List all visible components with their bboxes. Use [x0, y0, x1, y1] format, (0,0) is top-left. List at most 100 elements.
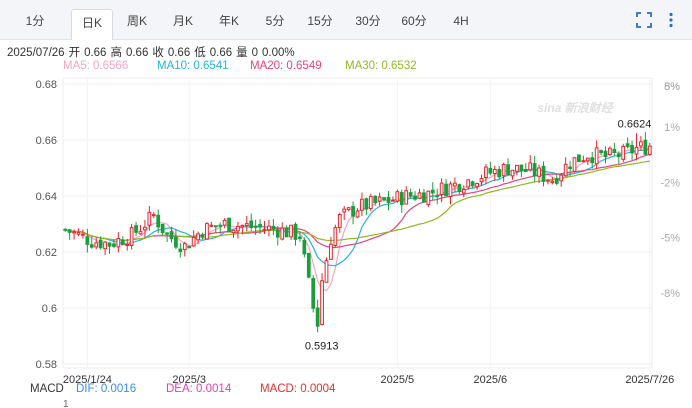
candle-body	[165, 232, 169, 235]
candle-body	[169, 231, 174, 240]
candle-body	[515, 164, 519, 172]
candle-body	[134, 225, 138, 233]
candle-body	[603, 150, 608, 158]
candle-body	[377, 196, 382, 202]
pct-tick-label: -5%	[660, 233, 680, 245]
candle-body	[475, 182, 479, 188]
candle-body	[258, 224, 262, 228]
candle-body	[143, 226, 147, 231]
candle-body	[554, 178, 559, 184]
candle-body	[302, 239, 307, 255]
pct-tick-label: -2%	[660, 177, 680, 189]
candle-body	[213, 225, 218, 228]
candle-body	[634, 146, 639, 155]
candle-body	[572, 157, 577, 172]
macd-dif: DIF: 0.0016	[76, 383, 137, 395]
candle-body	[218, 224, 223, 227]
y-tick-label: 0.6	[42, 303, 57, 315]
candle-body	[563, 163, 568, 177]
macd-value: MACD: 0.0004	[260, 383, 336, 395]
candle-body	[506, 164, 510, 176]
candle-body	[151, 214, 156, 217]
candle-body	[125, 243, 130, 246]
candle-body	[599, 150, 603, 154]
plot-frame	[62, 77, 653, 369]
candle-body	[209, 224, 214, 227]
candle-body	[298, 236, 302, 239]
candle-body	[594, 147, 599, 165]
candle-body	[182, 243, 187, 251]
candle-body	[355, 210, 360, 218]
candle-body	[422, 192, 426, 203]
candle-body	[466, 179, 471, 188]
candle-body	[156, 214, 161, 228]
candle-body	[519, 164, 524, 172]
candle-body	[120, 239, 125, 246]
pct-tick-label: -8%	[660, 288, 680, 300]
candle-body	[360, 198, 364, 211]
candle-body	[191, 236, 196, 247]
macd-axis-tick: 1	[63, 399, 69, 408]
candle-body	[306, 253, 311, 278]
candle-body	[585, 157, 590, 162]
candle-body	[546, 179, 550, 182]
candle-body	[439, 182, 444, 196]
candle-body	[138, 230, 143, 235]
candle-body	[63, 228, 68, 231]
candle-body	[280, 227, 285, 240]
candle-body	[147, 211, 152, 226]
candle-body	[537, 167, 541, 177]
macd-title: MACD	[30, 383, 64, 395]
candle-body	[430, 189, 435, 194]
candle-body	[488, 167, 493, 174]
candle-body	[453, 182, 457, 187]
candle-body	[178, 248, 183, 253]
candle-body	[510, 169, 515, 177]
candle-body	[581, 160, 586, 163]
candle-body	[492, 168, 497, 174]
candle-body	[116, 238, 121, 248]
candle-body	[293, 223, 298, 240]
ma20-line	[65, 153, 650, 249]
candle-body	[160, 223, 165, 234]
candle-body	[523, 169, 528, 172]
candle-body	[67, 229, 72, 233]
candle-body	[240, 224, 245, 228]
candle-body	[364, 198, 369, 210]
candle-body	[129, 227, 134, 246]
y-tick-label: 0.62	[36, 247, 57, 259]
candle-body	[616, 153, 621, 158]
candle-body	[337, 213, 342, 229]
ma5-line	[65, 146, 650, 292]
candle-body	[608, 147, 612, 156]
candle-body	[315, 307, 320, 327]
candle-body	[630, 144, 634, 154]
x-tick-label: 2025/7/26	[625, 374, 674, 386]
y-tick-label: 0.64	[36, 191, 57, 203]
macd-dea: DEA: 0.0014	[166, 383, 232, 395]
candle-body	[174, 236, 178, 248]
candle-body	[236, 225, 240, 232]
candle-body	[85, 236, 90, 245]
candle-body	[386, 196, 391, 204]
candle-body	[399, 192, 404, 206]
candle-body	[76, 232, 81, 235]
candle-body	[205, 223, 209, 240]
y-tick-label: 0.58	[36, 359, 57, 371]
candle-body	[289, 224, 293, 238]
candle-body	[395, 191, 400, 202]
price-annotation: 0.6624	[618, 118, 652, 130]
candle-body	[435, 195, 440, 198]
candle-body	[275, 229, 280, 238]
y-tick-label: 0.68	[36, 79, 57, 91]
candle-body	[244, 223, 249, 226]
candle-body	[103, 241, 107, 250]
watermark: sina 新浪财经	[537, 101, 614, 115]
candle-body	[262, 228, 267, 231]
x-tick-label: 2025/5	[381, 374, 415, 386]
candle-body	[625, 143, 630, 148]
candle-body	[426, 190, 431, 205]
candle-body	[461, 188, 466, 194]
candle-body	[497, 168, 502, 178]
candle-body	[470, 181, 475, 187]
